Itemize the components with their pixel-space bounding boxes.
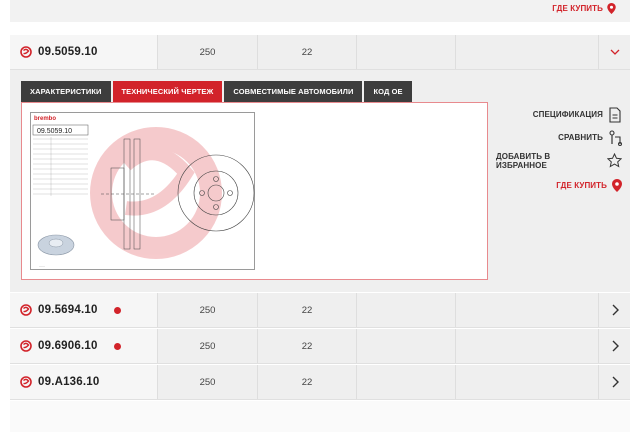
document-icon (609, 106, 621, 123)
diameter-cell: 250 (158, 329, 258, 363)
where-to-buy-label: ГДЕ КУПИТЬ (552, 4, 603, 13)
part-number[interactable]: 09.5059.10 (38, 46, 98, 58)
brembo-logo-icon (20, 376, 32, 388)
favorite-label: ДОБАВИТЬ В ИЗБРАННОЕ (496, 151, 551, 170)
tab-oe-code[interactable]: КОД ОЕ (364, 81, 412, 102)
chevron-right-icon (612, 304, 619, 316)
chevron-right-icon (612, 340, 619, 352)
add-to-favorites-link[interactable]: ДОБАВИТЬ В ИЗБРАННОЕ (496, 149, 622, 172)
chevron-right-icon (612, 376, 619, 388)
brembo-logo-icon (20, 340, 32, 352)
brembo-logo-icon (20, 304, 32, 316)
diameter-cell: 250 (158, 365, 258, 399)
tab-characteristics[interactable]: ХАРАКТЕРИСТИКИ (21, 81, 111, 102)
map-pin-icon (607, 3, 616, 14)
where-to-buy-link[interactable]: ГДЕ КУПИТЬ (496, 174, 622, 197)
product-row-3[interactable]: 09.6906.10 250 22 (10, 329, 630, 364)
compare-label: СРАВНИТЬ (558, 133, 603, 142)
spec-link[interactable]: СПЕЦИФИКАЦИЯ (496, 103, 622, 126)
part-number[interactable]: 09.5694.10 (38, 304, 98, 316)
product-row-2[interactable]: 09.5694.10 250 22 (10, 293, 630, 328)
thickness-cell: 22 (258, 35, 357, 69)
availability-dot (113, 342, 121, 350)
chevron-down-icon (610, 49, 619, 55)
technical-drawing-panel: brembo 09.5059.10 ...... (21, 102, 488, 280)
where-to-buy-label: ГДЕ КУПИТЬ (556, 181, 607, 190)
tab-compatible-cars[interactable]: СОВМЕСТИМЫЕ АВТОМОБИЛИ (224, 81, 363, 102)
product-actions: СПЕЦИФИКАЦИЯ СРАВНИТЬ ДОБАВИТЬ В ИЗБРАНН… (496, 103, 622, 197)
product-row-4[interactable]: 09.A136.10 250 22 (10, 365, 630, 400)
drawing-brand: brembo (34, 116, 56, 122)
where-to-buy-link-top[interactable]: ГДЕ КУПИТЬ (552, 3, 616, 14)
drawing-image: brembo 09.5059.10 ...... (32, 116, 255, 268)
row-expand[interactable] (599, 365, 630, 399)
brembo-logo-icon (20, 46, 32, 58)
product-row-1[interactable]: 09.5059.10 250 22 (10, 35, 630, 70)
thickness-cell: 22 (258, 329, 357, 363)
thickness-cell: 22 (258, 293, 357, 327)
row-toggle[interactable] (599, 35, 630, 69)
tab-technical-drawing[interactable]: ТЕХНИЧЕСКИЙ ЧЕРТЕЖ (112, 81, 223, 102)
bottom-spacer (10, 401, 630, 432)
drawing-part-number: 09.5059.10 (37, 128, 72, 135)
star-icon (607, 153, 622, 168)
diameter-cell: 250 (158, 293, 258, 327)
detail-tabs: ХАРАКТЕРИСТИКИ ТЕХНИЧЕСКИЙ ЧЕРТЕЖ СОВМЕС… (21, 81, 412, 102)
part-number[interactable]: 09.6906.10 (38, 340, 98, 352)
compare-icon (609, 129, 622, 146)
diameter-cell: 250 (158, 35, 258, 69)
thickness-cell: 22 (258, 365, 357, 399)
row-expand[interactable] (599, 329, 630, 363)
spec-label: СПЕЦИФИКАЦИЯ (532, 110, 603, 119)
map-pin-icon (612, 179, 622, 192)
compare-link[interactable]: СРАВНИТЬ (496, 126, 622, 149)
row-expand[interactable] (599, 293, 630, 327)
technical-drawing[interactable]: brembo 09.5059.10 ...... (30, 112, 255, 270)
availability-dot (113, 306, 121, 314)
top-bar: ГДЕ КУПИТЬ (10, 0, 630, 22)
svg-text:......: ...... (39, 264, 45, 268)
part-number[interactable]: 09.A136.10 (38, 376, 99, 388)
